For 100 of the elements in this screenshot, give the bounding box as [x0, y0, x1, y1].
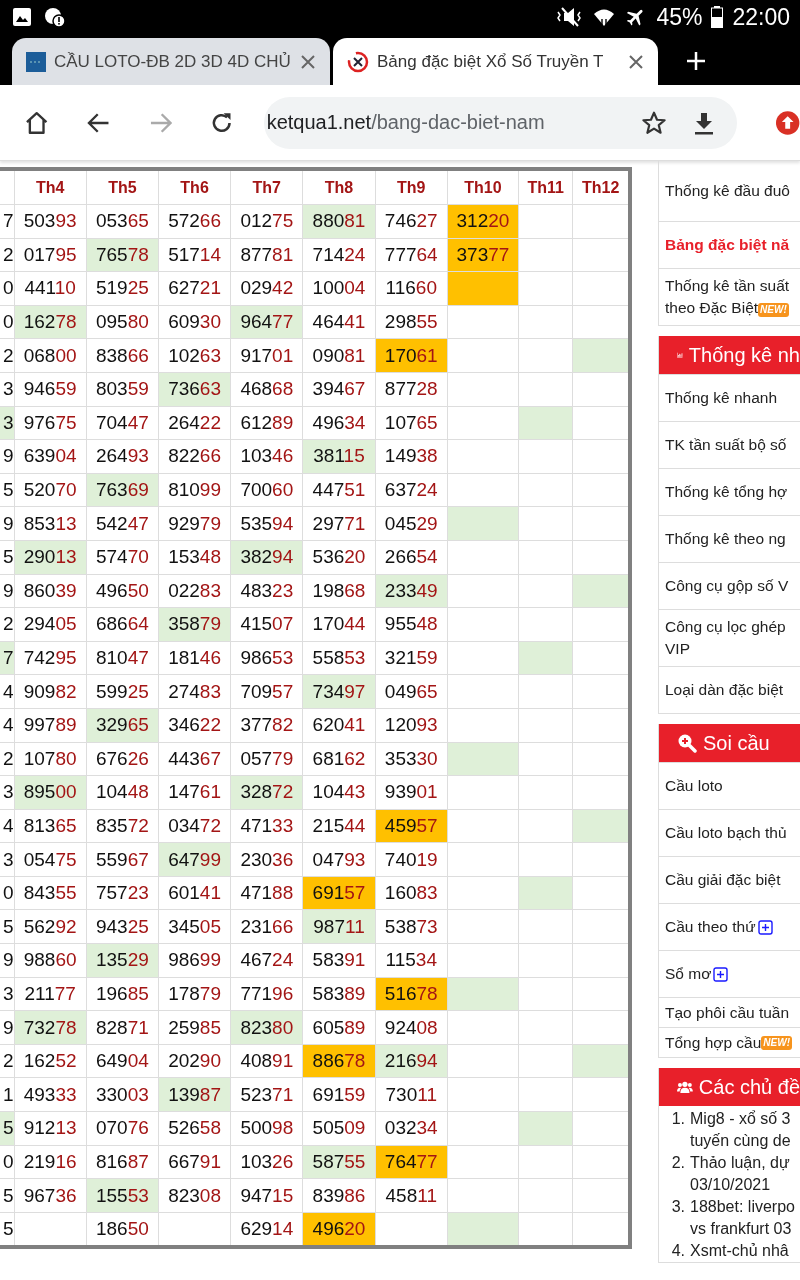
topic-link[interactable]: Mig8 - xổ số 3 tuyến cùng de — [690, 1108, 791, 1152]
table-cell: 76369 — [86, 473, 159, 507]
table-cell: 96736 — [14, 1178, 87, 1213]
table-cell: 46868 — [230, 372, 303, 407]
table-cell: 77196 — [230, 977, 303, 1011]
sidebar-link[interactable]: Tổng hợp cầuNEW! — [659, 1027, 800, 1057]
table-cell: 11660 — [375, 271, 448, 306]
table-cell: 53873 — [375, 909, 448, 944]
table-cell: 63724 — [375, 473, 448, 507]
table-cell: 03234 — [375, 1111, 448, 1146]
table-cell: 16252 — [14, 1044, 87, 1078]
star-icon[interactable] — [640, 109, 667, 136]
table-cell: 56292 — [14, 909, 87, 944]
table-cell: 60141 — [158, 876, 231, 910]
table-cell: 0 — [0, 305, 15, 339]
table-cell: 19868 — [302, 574, 376, 608]
table-cell: 74295 — [14, 641, 87, 675]
table-cell: 51925 — [86, 271, 159, 306]
table-cell: 64799 — [158, 842, 231, 877]
reload-icon[interactable] — [210, 110, 234, 135]
sidebar-link[interactable]: Thống kê theo ng — [659, 515, 800, 562]
sidebar-link[interactable]: Thống kê đầu đuô — [659, 161, 800, 221]
close-icon[interactable] — [300, 53, 316, 70]
table-cell — [447, 439, 519, 474]
sidebar-link[interactable]: Công cụ gộp số V — [659, 562, 800, 609]
browser-tab[interactable]: CẦU LOTO-ĐB 2D 3D 4D CHỦ — [12, 38, 330, 85]
sidebar-link[interactable]: Tạo phôi cầu tuần — [659, 997, 800, 1027]
table-cell: 10263 — [158, 338, 231, 373]
table-cell: 34505 — [158, 909, 231, 944]
table-cell: 41507 — [230, 607, 303, 642]
table-cell: 21177 — [14, 977, 87, 1011]
table-cell: 96477 — [230, 305, 303, 339]
table-cell: 10326 — [230, 1145, 303, 1179]
sidebar-link[interactable]: Sổ mơ — [659, 950, 800, 997]
table-cell: 9 — [0, 943, 15, 978]
new-tab-icon[interactable] — [686, 51, 706, 71]
sidebar-link[interactable]: Cầu loto bạch thủ — [659, 809, 800, 856]
table-cell: 91213 — [14, 1111, 87, 1146]
table-cell: 4 — [0, 708, 15, 742]
sidebar-link[interactable]: Bảng đặc biệt nă — [659, 221, 800, 268]
sidebar-link[interactable]: Thống kê nhanh — [659, 374, 800, 421]
table-cell: 95548 — [375, 607, 448, 642]
sidebar-link[interactable]: Loại dàn đặc biệt — [659, 666, 800, 713]
table-cell: 04793 — [302, 842, 376, 877]
list-number: 3. — [670, 1197, 685, 1217]
table-cell: 57266 — [158, 204, 231, 239]
sidebar-link[interactable]: TK tần suất bộ số — [659, 421, 800, 468]
table-cell: 44367 — [158, 742, 231, 776]
sidebar-link[interactable]: Công cụ lọc ghép VIP — [659, 609, 800, 666]
table-cell: 23349 — [375, 574, 448, 608]
home-icon[interactable] — [24, 109, 50, 136]
download-icon[interactable] — [692, 110, 715, 135]
table-cell — [518, 977, 573, 1011]
table-cell: 76477 — [375, 1145, 448, 1179]
table-cell: 5 — [0, 1178, 15, 1213]
plus-box-icon[interactable] — [757, 919, 773, 935]
topic-link[interactable]: Thảo luận, dự 03/10/2021 — [690, 1152, 790, 1196]
browser-tab[interactable]: Bảng đặc biệt Xổ Số Truyền T — [333, 38, 658, 85]
table-cell: 09081 — [302, 338, 376, 373]
table-cell: 62041 — [302, 708, 376, 742]
mute-icon — [555, 6, 584, 28]
address-bar[interactable]: ketqua1.net/bang-dac-biet-nam — [263, 96, 737, 149]
table-cell: 81365 — [14, 809, 87, 843]
table-cell — [518, 842, 573, 877]
table-cell: 02283 — [158, 574, 231, 608]
table-cell: 82380 — [230, 1010, 303, 1045]
table-cell: 38294 — [230, 540, 303, 575]
sidebar-link[interactable]: Cầu giải đặc biệt — [659, 856, 800, 903]
table-cell: 70957 — [230, 674, 303, 709]
table-cell — [518, 338, 573, 373]
topic-link[interactable]: Xsmt-chủ nhâ — [690, 1240, 789, 1262]
table-cell — [447, 1178, 519, 1213]
table-cell: 49634 — [302, 406, 376, 440]
table-cell: 15348 — [158, 540, 231, 575]
table-cell: 91701 — [230, 338, 303, 373]
upload-icon[interactable] — [774, 109, 800, 136]
list-number: 1. — [670, 1109, 685, 1129]
table-cell — [447, 1077, 519, 1112]
table-cell: 58391 — [302, 943, 376, 978]
table-cell: 59925 — [86, 674, 159, 709]
topic-link[interactable]: 188bet: liverpo vs frankfurt 03 — [690, 1196, 795, 1240]
table-cell: 9 — [0, 506, 15, 541]
table-cell: 0 — [0, 271, 15, 306]
table-cell: 76578 — [86, 238, 159, 272]
table-cell: 3 — [0, 842, 15, 877]
plus-box-icon[interactable] — [713, 966, 729, 982]
new-badge: NEW! — [758, 303, 789, 317]
column-header: Th9 — [375, 169, 448, 205]
sidebar-link[interactable]: Cầu theo thứ — [659, 903, 800, 950]
sidebar-link[interactable]: Cầu loto — [659, 762, 800, 809]
sidebar-link[interactable]: Thống kê tổng hợ — [659, 468, 800, 515]
table-cell: 52658 — [158, 1111, 231, 1146]
table-cell: 60930 — [158, 305, 231, 339]
table-cell: 94659 — [14, 372, 87, 407]
column-header: Th7 — [230, 169, 303, 205]
sidebar-link[interactable]: Thống kê tần suất theo Đặc BiệtNEW! — [659, 268, 800, 325]
table-cell: 45957 — [375, 809, 448, 843]
close-icon[interactable] — [628, 53, 644, 70]
table-cell: 04965 — [375, 674, 448, 709]
table-cell: 26422 — [158, 406, 231, 440]
